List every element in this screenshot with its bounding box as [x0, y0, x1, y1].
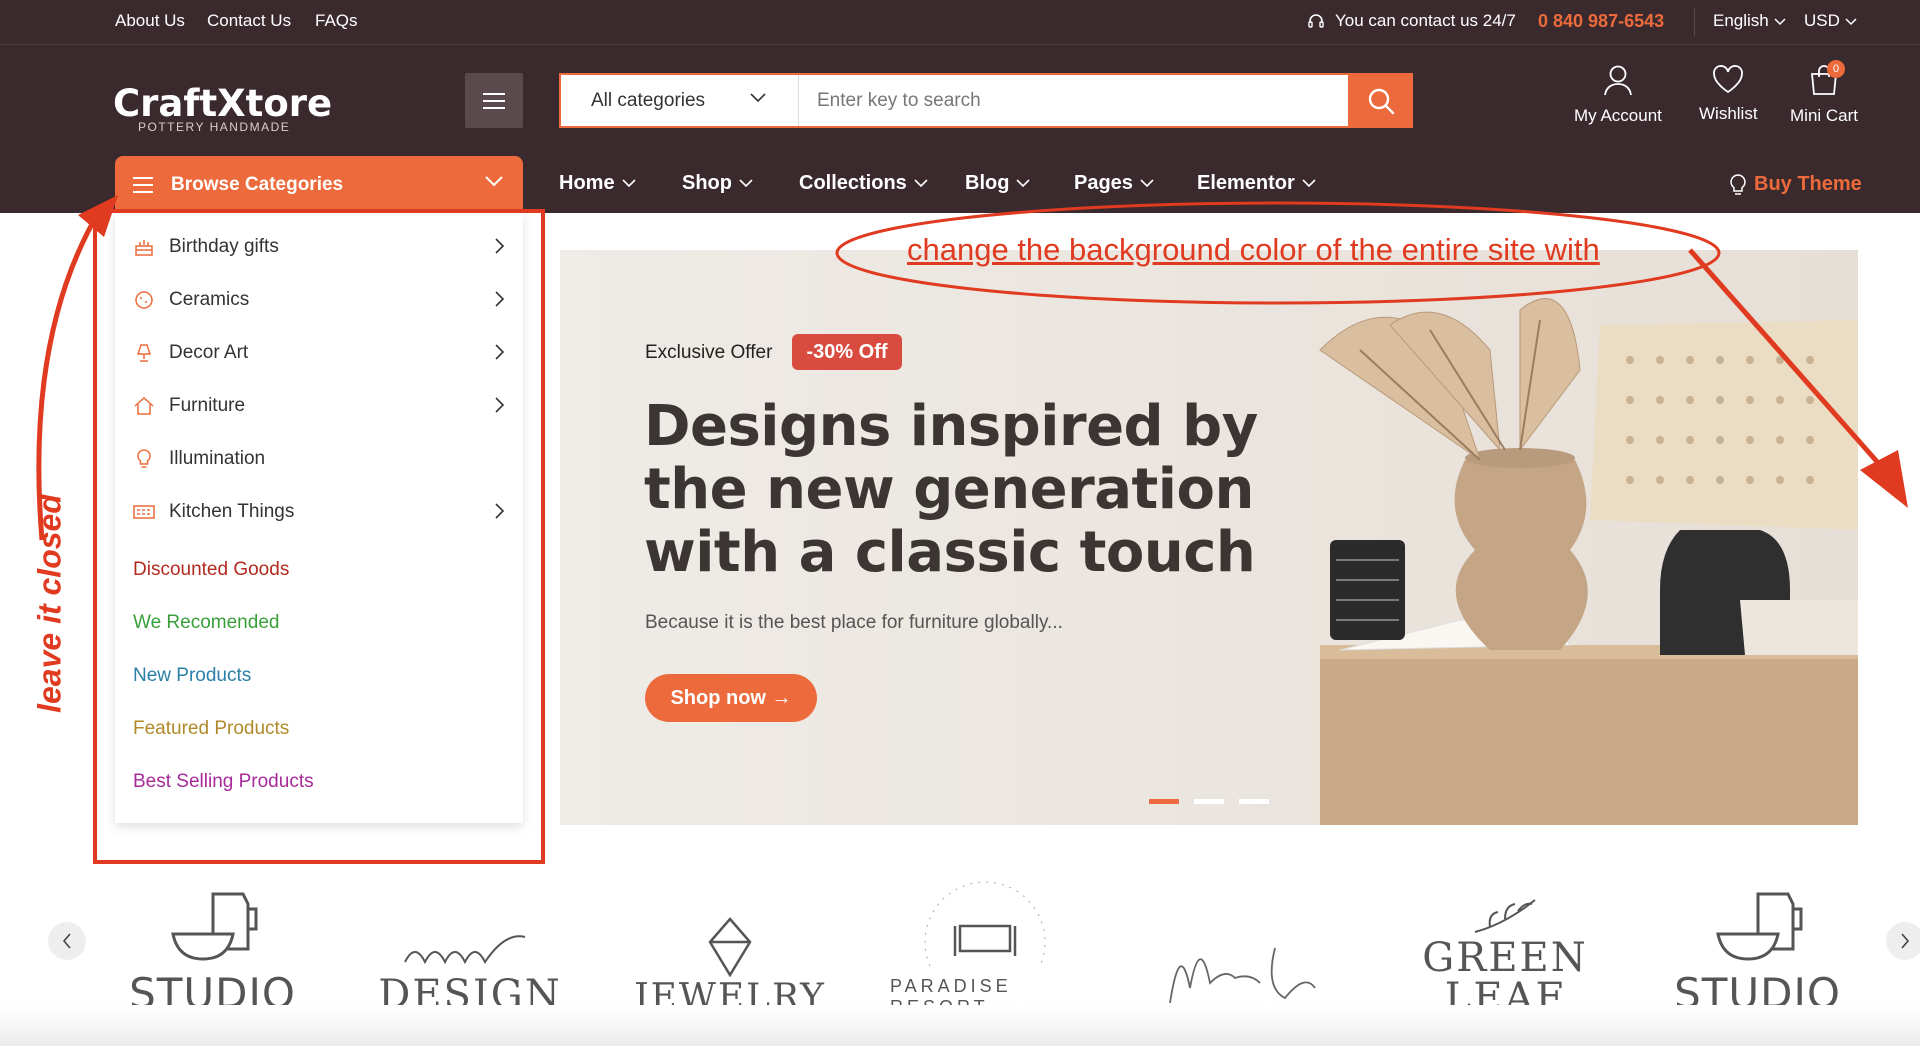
heart-icon: [1712, 64, 1744, 94]
search-category-label: All categories: [591, 89, 706, 111]
hero-subtitle: Because it is the best place for furnitu…: [645, 612, 1063, 633]
buy-theme-link[interactable]: Buy Theme: [1730, 173, 1862, 196]
browse-categories-label: Browse Categories: [171, 173, 344, 195]
hamburger-icon: [483, 92, 505, 109]
chevron-down-icon: [750, 93, 766, 103]
search-button[interactable]: [1348, 75, 1413, 126]
chevron-down-icon: [1133, 179, 1154, 188]
chevron-down-icon: [485, 176, 503, 187]
chevron-right-icon: [1900, 933, 1910, 949]
search-icon: [1367, 87, 1395, 115]
chevron-down-icon: [907, 179, 928, 188]
language-select[interactable]: English: [1713, 11, 1786, 31]
list-icon: [133, 176, 153, 193]
discount-badge: -30% Off: [792, 334, 902, 370]
chevron-down-icon: [732, 179, 753, 188]
chevron-down-icon: [1009, 179, 1031, 188]
shop-now-button[interactable]: Shop now →: [645, 674, 817, 722]
nav-blog[interactable]: Blog: [965, 172, 1031, 195]
search-bar: All categories: [559, 73, 1413, 128]
logo[interactable]: CraftXtore: [113, 82, 332, 125]
offer-label: Exclusive Offer: [645, 342, 773, 363]
top-bar: About Us Contact Us FAQs You can contact…: [0, 0, 1920, 44]
nav-collections[interactable]: Collections: [799, 172, 928, 195]
chevron-down-icon: [1295, 179, 1316, 188]
menu-toggle-button[interactable]: [465, 73, 523, 128]
brand-logo-studio[interactable]: STUDIO: [125, 868, 300, 1018]
hero-title: Designs inspired by the new generation w…: [644, 394, 1258, 585]
diamond-icon: [707, 917, 753, 977]
carousel-prev-button[interactable]: [48, 922, 86, 960]
nav-home[interactable]: Home: [559, 172, 636, 195]
armchair-icon: [905, 856, 1065, 976]
chevron-down-icon: [615, 179, 636, 188]
slider-dot-active[interactable]: [1149, 799, 1179, 804]
mini-cart-label: Mini Cart: [1790, 106, 1859, 125]
brand-logo-minimal-design[interactable]: DESIGN: [378, 868, 560, 1018]
leaf-icon: [1470, 894, 1540, 938]
chevron-down-icon: [1845, 17, 1857, 26]
carousel-next-button[interactable]: [1886, 922, 1920, 960]
browse-categories-button[interactable]: Browse Categories: [115, 156, 523, 213]
faqs-link[interactable]: FAQs: [315, 11, 358, 31]
annotation-box: [93, 209, 545, 864]
nav-elementor[interactable]: Elementor: [1197, 172, 1316, 195]
chevron-left-icon: [62, 933, 72, 949]
currency-select[interactable]: USD: [1804, 11, 1857, 31]
page-bottom-shadow: [0, 1005, 1920, 1046]
divider: [1694, 8, 1695, 36]
logo-tagline: POTTERY HANDMADE: [138, 120, 291, 134]
pitcher-icon: [1708, 889, 1808, 969]
brand-logo-paradise-resort[interactable]: PARADISE RESORT: [890, 868, 1080, 1018]
user-icon: [1603, 64, 1633, 96]
contact-us-link[interactable]: Contact Us: [207, 11, 291, 31]
cart-count-badge: 0: [1827, 60, 1845, 78]
nav-pages[interactable]: Pages: [1074, 172, 1154, 195]
annotation-arrow: [1688, 248, 1908, 508]
about-us-link[interactable]: About Us: [115, 11, 185, 31]
search-input[interactable]: [799, 75, 1348, 126]
brand-logo-green-leaf[interactable]: GREEN LEAF: [1405, 868, 1605, 1018]
nav-shop[interactable]: Shop: [682, 172, 753, 195]
my-account-button[interactable]: My Account: [1574, 64, 1662, 126]
phone-number[interactable]: 0 840 987-6543: [1538, 11, 1664, 32]
pitcher-icon: [163, 889, 263, 969]
brand-logo-studio[interactable]: STUDIO: [1670, 868, 1845, 1018]
wishlist-button[interactable]: Wishlist: [1699, 64, 1758, 124]
my-account-label: My Account: [1574, 106, 1662, 125]
slider-dot[interactable]: [1239, 799, 1269, 804]
search-category-select[interactable]: All categories: [561, 75, 799, 126]
annotation-side-note: leave it closed: [31, 494, 68, 713]
script-signature-icon: [395, 932, 545, 972]
mini-cart-button[interactable]: Mini Cart: [1790, 64, 1858, 126]
chevron-down-icon: [1773, 17, 1786, 26]
headset-icon: [1307, 12, 1325, 30]
brand-logo-jewelry[interactable]: JEWELRY: [634, 868, 824, 1018]
slider-dot[interactable]: [1194, 799, 1224, 804]
contact-text: You can contact us 24/7: [1335, 11, 1516, 30]
lightbulb-icon: [1730, 173, 1754, 196]
brand-logo-signature[interactable]: [1150, 868, 1340, 1018]
wishlist-label: Wishlist: [1699, 104, 1758, 123]
annotation-note: change the background color of the entir…: [907, 232, 1600, 267]
